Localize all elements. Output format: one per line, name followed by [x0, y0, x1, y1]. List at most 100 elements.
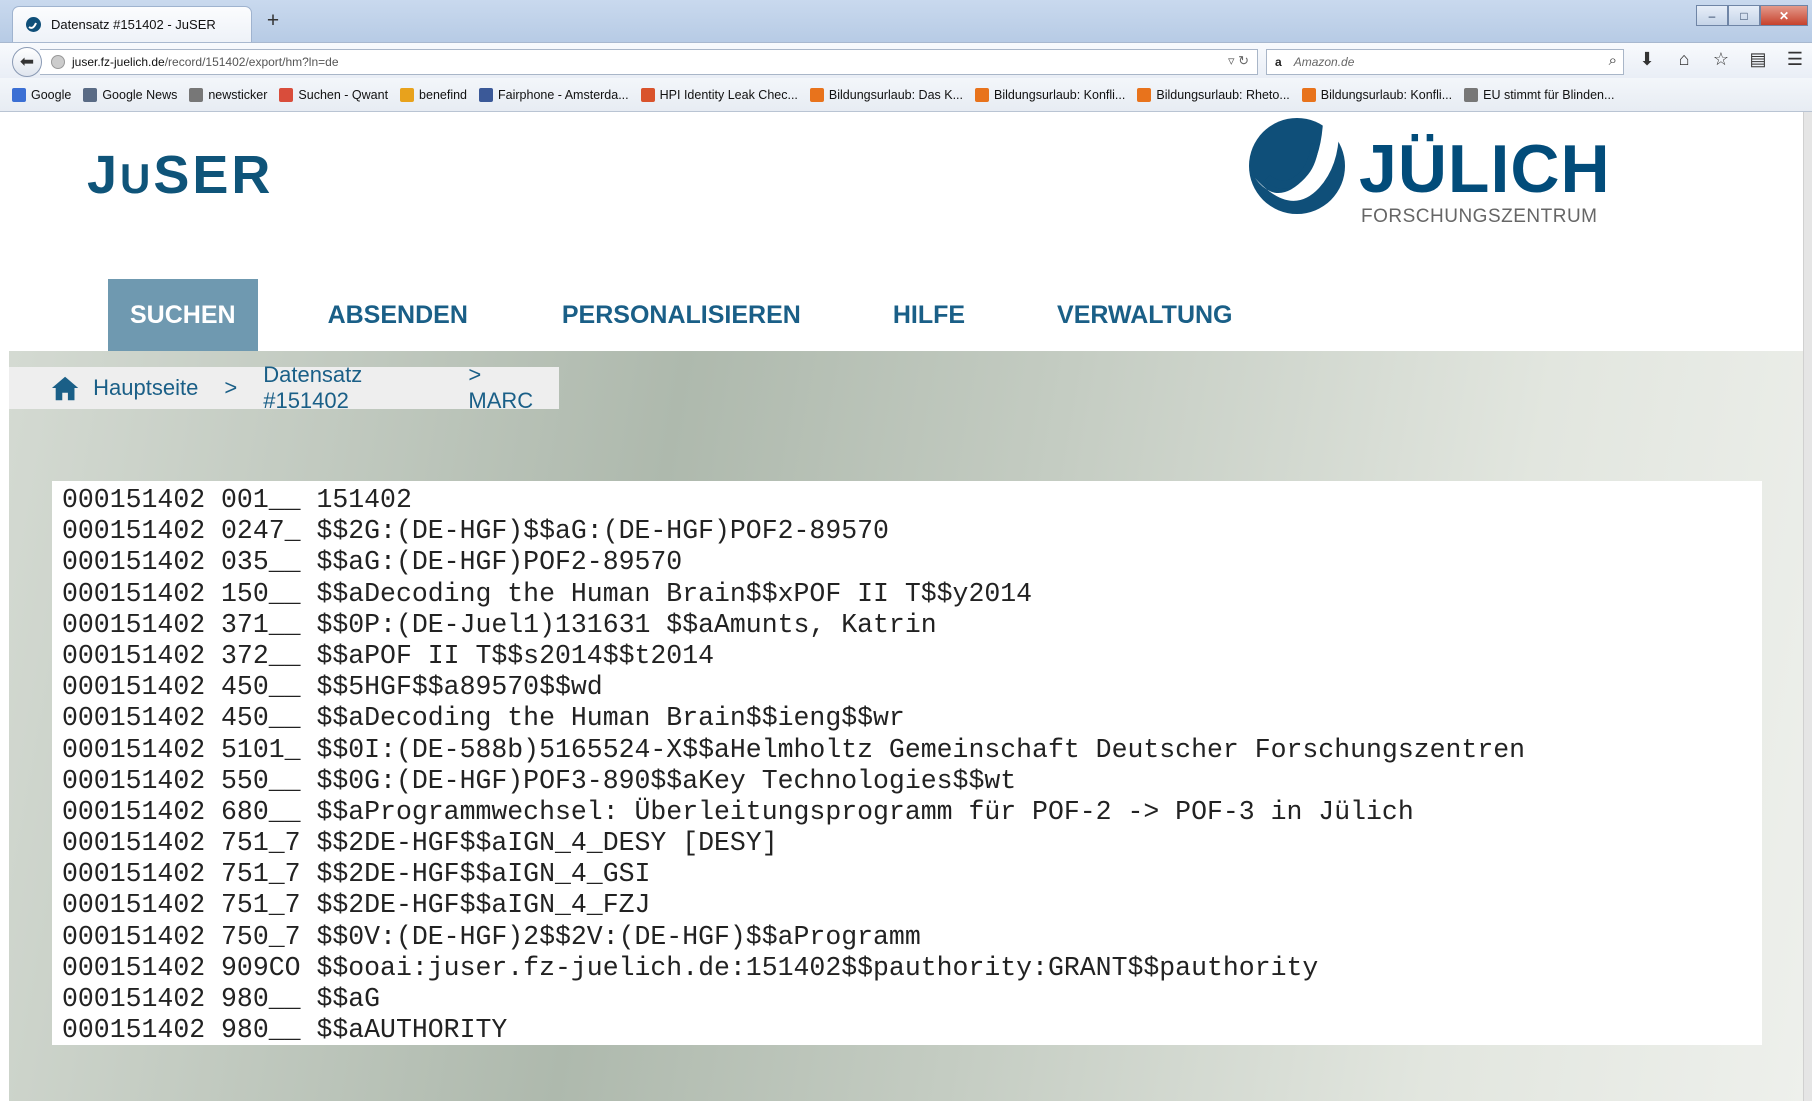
breadcrumb: Hauptseite > Datensatz #151402 > MARC: [9, 362, 559, 413]
bookmark-label: Bildungsurlaub: Rheto...: [1156, 87, 1290, 102]
qwant-icon: [279, 87, 294, 102]
bookmark-item[interactable]: newsticker: [189, 87, 268, 102]
marc-line: 000151402 550__ $$0G:(DE-HGF)POF3-890$$a…: [62, 765, 1017, 796]
window-controls: – □ ✕: [1696, 5, 1808, 26]
marc-line: 000151402 750_7 $$0V:(DE-HGF)2$$2V:(DE-H…: [62, 921, 921, 952]
menu-icon[interactable]: ☰: [1784, 49, 1806, 70]
nav-verwaltung[interactable]: VERWALTUNG: [1035, 279, 1254, 351]
marc-line: 000151402 450__ $$5HGF$$a89570$$wd: [62, 672, 603, 703]
julich-logo-icon: [1249, 118, 1345, 214]
bookmark-label: Bildungsurlaub: Konfli...: [1320, 87, 1453, 102]
new-tab-button[interactable]: +: [262, 9, 284, 33]
bildung-icon: [1137, 87, 1152, 102]
web-page: JUSER JÜLICH FORSCHUNGSZENTRUM SUCHEN AB…: [9, 112, 1812, 1101]
bookmark-label: EU stimmt für Blinden...: [1483, 87, 1615, 102]
marc-record: 000151402 001__ 151402 000151402 0247_ $$…: [52, 481, 1762, 1045]
julich-brand-sub: FORSCHUNGSZENTRUM: [1361, 206, 1598, 227]
bookmark-item[interactable]: Google: [12, 87, 72, 102]
reading-list-icon[interactable]: ▤: [1747, 49, 1769, 70]
google-icon: [12, 87, 26, 102]
browser-titlebar: Datensatz #151402 - JuSER + – □ ✕: [0, 0, 1812, 42]
marc-line: 000151402 035__ $$aG:(DE-HGF)POF2-89570: [62, 547, 683, 578]
bildung-icon: [1301, 87, 1316, 102]
search-placeholder: Amazon.de: [1293, 55, 1355, 69]
news-icon: [83, 87, 98, 102]
bookmark-label: Google: [31, 87, 72, 102]
amazon-icon: a: [1275, 55, 1282, 69]
home-icon[interactable]: ⌂: [1673, 49, 1695, 70]
download-icon[interactable]: ⬇: [1636, 49, 1658, 70]
julich-favicon-icon: [25, 16, 42, 33]
marc-line: 000151402 751_7 $$2DE-HGF$$aIGN_4_GSI: [62, 859, 651, 890]
marc-line: 000151402 980__ $$aAUTHORITY: [62, 1015, 508, 1046]
page-scrollbar[interactable]: [1803, 112, 1812, 1101]
juser-logo[interactable]: JUSER: [87, 144, 273, 206]
bookmark-item[interactable]: Google News: [83, 87, 178, 102]
marc-line: 000151402 372__ $$aPOF II T$$s2014$$t201…: [62, 640, 715, 671]
nav-personalisieren[interactable]: PERSONALISIEREN: [540, 279, 823, 351]
main-nav: SUCHEN ABSENDEN PERSONALISIEREN HILFE VE…: [108, 279, 1255, 351]
close-button[interactable]: ✕: [1760, 5, 1808, 26]
bildung-icon: [975, 87, 990, 102]
logo-j: J: [87, 145, 121, 205]
bookmark-item[interactable]: Bildungsurlaub: Konfli...: [1301, 87, 1453, 102]
address-bar[interactable]: juser.fz-juelich.de/record/151402/export…: [40, 49, 1258, 75]
bookmark-label: Bildungsurlaub: Konfli...: [994, 87, 1126, 102]
url-host: juser.fz-juelich.de: [72, 55, 165, 69]
bookmark-item[interactable]: Fairphone - Amsterda...: [479, 87, 629, 102]
breadcrumb-home-link[interactable]: Hauptseite: [93, 375, 198, 401]
bookmark-item[interactable]: Bildungsurlaub: Das K...: [809, 87, 964, 102]
bookmark-item[interactable]: Bildungsurlaub: Rheto...: [1137, 87, 1290, 102]
nav-hilfe[interactable]: HILFE: [871, 279, 987, 351]
marc-line: 000151402 5101_ $$0I:(DE-588b)5165524-X$…: [62, 734, 1526, 765]
browser-navbar: juser.fz-juelich.de/record/151402/export…: [0, 42, 1812, 78]
marc-line: 000151402 150__ $$aDecoding the Human Br…: [62, 578, 1033, 609]
bookmark-item[interactable]: EU stimmt für Blinden...: [1464, 87, 1615, 102]
bookmark-item[interactable]: Bildungsurlaub: Konfli...: [975, 87, 1126, 102]
logo-rest: SER: [153, 145, 274, 205]
search-icon[interactable]: ⌕: [1609, 52, 1617, 69]
marc-line: 000151402 751_7 $$2DE-HGF$$aIGN_4_FZJ: [62, 890, 651, 921]
minimize-button[interactable]: –: [1696, 5, 1728, 26]
hpi-icon: [640, 87, 655, 102]
breadcrumb-current: > MARC: [468, 362, 534, 413]
breadcrumb-record-link[interactable]: Datensatz #151402: [263, 362, 442, 414]
bookmark-item[interactable]: HPI Identity Leak Chec...: [640, 87, 798, 102]
bildung-icon: [809, 87, 824, 102]
bookmark-label: Bildungsurlaub: Das K...: [828, 87, 964, 102]
facebook-icon: [479, 87, 494, 102]
bookmark-label: Fairphone - Amsterda...: [498, 87, 629, 102]
browser-tab[interactable]: Datensatz #151402 - JuSER: [12, 6, 252, 42]
reload-icon[interactable]: ▿ ↻: [1228, 53, 1249, 69]
bookmark-item[interactable]: benefind: [400, 87, 468, 102]
at-icon: [1464, 87, 1479, 102]
marc-line: 000151402 751_7 $$2DE-HGF$$aIGN_4_DESY […: [62, 828, 778, 859]
bookmark-item[interactable]: Suchen - Qwant: [279, 87, 389, 102]
marc-line: 000151402 909CO $$ooai:juser.fz-juelich.…: [62, 952, 1319, 983]
star-icon[interactable]: ☆: [1710, 49, 1732, 70]
marc-line: 000151402 371__ $$0P:(DE-Juel1)131631 $$…: [62, 609, 937, 640]
breadcrumb-separator: >: [224, 375, 238, 400]
bookmark-label: HPI Identity Leak Chec...: [659, 87, 798, 102]
tab-title: Datensatz #151402 - JuSER: [51, 17, 216, 32]
marc-line: 000151402 980__ $$aG: [62, 984, 381, 1014]
bookmarks-bar: Google Google News newsticker Suchen - Qwan…: [0, 78, 1812, 112]
bookmark-label: newsticker: [208, 87, 268, 102]
nav-absenden[interactable]: ABSENDEN: [306, 279, 490, 351]
at-icon: [189, 87, 204, 102]
globe-icon: [50, 54, 66, 70]
toolbar-icons: ⬇ ⌂ ☆ ▤ ☰: [1636, 49, 1806, 70]
back-button[interactable]: ⬅: [12, 47, 42, 77]
marc-line: 000151402 0247_ $$2G:(DE-HGF)$$aG:(DE-HG…: [62, 516, 889, 547]
marc-line: 000151402 450__ $$aDecoding the Human Br…: [62, 703, 905, 734]
home-icon[interactable]: [51, 374, 79, 402]
bookmark-label: Google News: [102, 87, 178, 102]
marc-line: 000151402 001__ 151402: [62, 485, 412, 515]
bookmark-label: Suchen - Qwant: [298, 87, 389, 102]
marc-line: 000151402 680__ $$aProgrammwechsel: Über…: [62, 796, 1414, 827]
bookmark-label: benefind: [419, 87, 468, 102]
maximize-button[interactable]: □: [1728, 5, 1760, 26]
nav-suchen[interactable]: SUCHEN: [108, 279, 258, 351]
logo-u: U: [120, 155, 154, 202]
search-bar[interactable]: a Amazon.de ⌕: [1266, 49, 1624, 75]
